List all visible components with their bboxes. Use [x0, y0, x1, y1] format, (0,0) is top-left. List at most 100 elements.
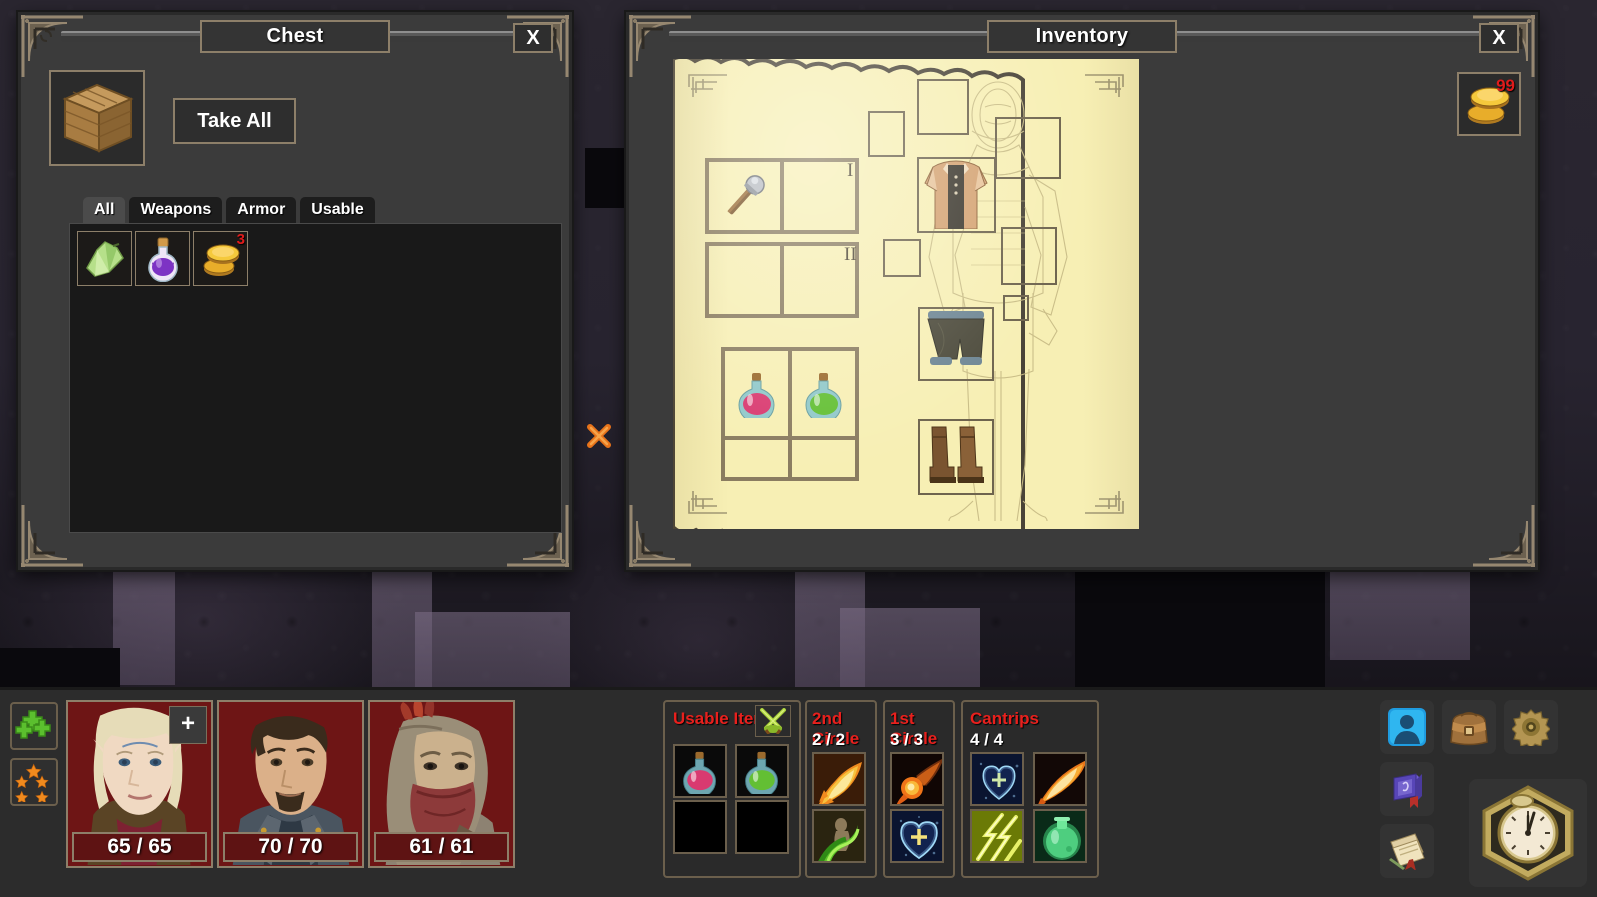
party-member-card[interactable]: 70 / 70	[217, 700, 364, 868]
legs-slot[interactable]	[918, 307, 994, 381]
item-quantity: 3	[236, 231, 245, 248]
fire-bolt-icon	[892, 754, 942, 804]
party-portraits: + 65 / 65 70 / 70 61 / 61	[66, 700, 515, 868]
chest-item-slot[interactable]	[77, 231, 132, 286]
usable-item-slot[interactable]	[673, 744, 727, 798]
bottom-hud: + 65 / 65 70 / 70 61 / 61 Usable Items 2…	[0, 687, 1597, 897]
crossed-swords-icon	[755, 705, 791, 737]
spell-slot[interactable]	[1033, 809, 1087, 863]
chest-close-button[interactable]: X	[513, 23, 553, 53]
cloak-slot[interactable]	[995, 117, 1061, 179]
quick-item-grid	[721, 347, 859, 481]
weapon-set-two-label: II	[844, 244, 857, 265]
party-member-card[interactable]: + 65 / 65	[66, 700, 213, 868]
belt-slot[interactable]	[883, 239, 921, 277]
pink-potion-icon	[737, 372, 775, 418]
weapon-set-one	[705, 158, 859, 234]
parchment-corner-icon	[687, 73, 739, 125]
spell-slot[interactable]	[970, 752, 1024, 806]
character-parchment: I II	[671, 54, 1139, 535]
usable-item-slot-empty[interactable]	[735, 800, 789, 854]
character-button[interactable]	[1380, 700, 1434, 754]
weapon-slot-off-1[interactable]	[782, 160, 857, 232]
cantrips-count: 4 / 4	[970, 730, 1004, 749]
journal-button[interactable]	[1380, 762, 1434, 816]
level-up-button[interactable]	[10, 758, 58, 806]
first-circle-group: 1st Circle 3 / 3	[883, 700, 955, 878]
chest-tab-all[interactable]: All	[83, 197, 126, 224]
usable-item-slot-empty[interactable]	[673, 800, 727, 854]
chest-item-slot[interactable]	[135, 231, 190, 286]
frame-corner-icon	[1471, 503, 1535, 567]
wooden-crate-icon	[62, 83, 134, 153]
inventory-close-button[interactable]: X	[1479, 23, 1519, 53]
chest-panel-title: Chest	[200, 20, 390, 53]
spell-slot[interactable]	[890, 809, 944, 863]
backpack-icon	[1450, 712, 1488, 746]
chest-slot[interactable]	[917, 157, 996, 233]
gold-amount: 99	[1496, 76, 1515, 95]
add-point-button[interactable]: +	[169, 706, 207, 744]
inventory-button[interactable]	[1442, 700, 1496, 754]
spell-slot[interactable]	[812, 809, 866, 863]
usable-item-slot[interactable]	[735, 744, 789, 798]
ring-slot[interactable]	[1003, 295, 1029, 321]
cantrips-group: Cantrips 4 / 4	[961, 700, 1099, 878]
party-member-card[interactable]: 61 / 61	[368, 700, 515, 868]
gold-counter[interactable]: 99	[1457, 72, 1521, 136]
scroll-icon	[1389, 833, 1425, 870]
inventory-panel-title: Inventory	[987, 20, 1177, 53]
heal-heart-icon	[972, 754, 1022, 804]
second-circle-group: 2nd Circle 2 / 2	[805, 700, 877, 878]
settings-button[interactable]	[1504, 700, 1558, 754]
quick-slot[interactable]	[723, 349, 790, 438]
second-circle-count: 2 / 2	[812, 730, 846, 749]
flame-burst-icon	[814, 754, 864, 804]
amulet-slot[interactable]	[868, 111, 905, 157]
heal-party-button[interactable]	[10, 702, 58, 750]
health-bar: 65 / 65	[72, 832, 207, 862]
quick-slot[interactable]	[723, 438, 790, 479]
weapon-slot-main-1[interactable]	[707, 160, 782, 232]
gloves-slot[interactable]	[1001, 227, 1057, 285]
fire-hand-icon	[1035, 754, 1085, 804]
weapon-set-one-label: I	[847, 160, 854, 181]
mace-icon	[726, 175, 765, 215]
spellbook-icon	[1393, 773, 1422, 808]
chest-item-slot[interactable]: 3	[193, 231, 248, 286]
lightning-icon	[972, 811, 1022, 861]
head-slot[interactable]	[917, 79, 969, 135]
boots-slot[interactable]	[918, 419, 994, 495]
chest-panel: Chest X Take All All Weapons Armor Usabl…	[18, 12, 572, 570]
usable-items-group: Usable Items	[663, 700, 801, 878]
spell-slot[interactable]	[890, 752, 944, 806]
tunic-icon	[924, 160, 988, 229]
take-all-button[interactable]: Take All	[173, 98, 296, 144]
breeches-icon	[927, 311, 985, 365]
spell-slot[interactable]	[970, 809, 1024, 863]
inventory-panel: Inventory X I II 99	[626, 12, 1538, 570]
green-potion-icon	[745, 751, 778, 794]
spell-slot[interactable]	[1033, 752, 1087, 806]
stars-icon	[15, 763, 49, 802]
crystal-icon	[85, 240, 124, 277]
spell-slot[interactable]	[812, 752, 866, 806]
quests-button[interactable]	[1380, 824, 1434, 878]
potion-icon	[147, 237, 178, 282]
chest-tab-armor[interactable]: Armor	[226, 197, 297, 224]
chest-tab-weapons[interactable]: Weapons	[129, 197, 223, 224]
quick-slot[interactable]	[790, 438, 857, 479]
quick-slot[interactable]	[790, 349, 857, 438]
pink-potion-icon	[683, 751, 716, 794]
chest-thumbnail	[49, 70, 145, 166]
rest-clock-button[interactable]	[1469, 779, 1587, 887]
health-bar: 70 / 70	[223, 832, 358, 862]
cantrips-title: Cantrips	[970, 709, 1039, 728]
portrait-icon	[1388, 708, 1426, 746]
weapon-slot-main-2[interactable]	[707, 244, 782, 316]
heal-heart-icon	[892, 811, 942, 861]
chest-tab-usable[interactable]: Usable	[300, 197, 375, 224]
green-potion-icon	[804, 372, 842, 418]
green-entangle-icon	[814, 811, 864, 861]
first-circle-count: 3 / 3	[890, 730, 924, 749]
